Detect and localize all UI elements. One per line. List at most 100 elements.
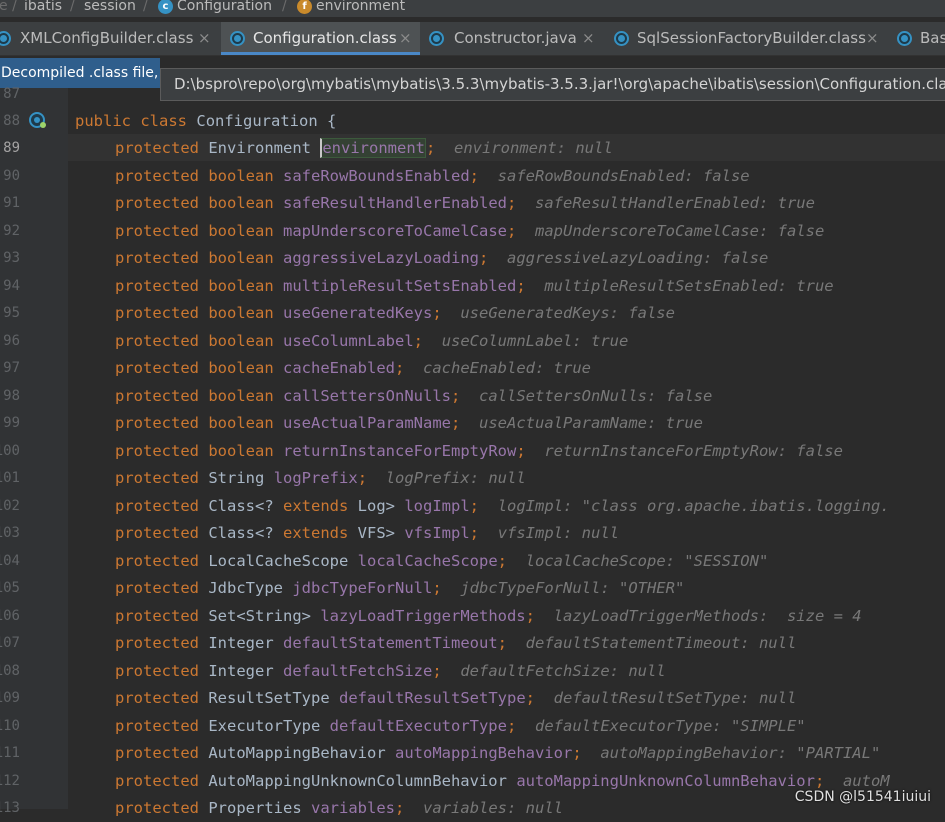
line-number: 102 bbox=[0, 498, 20, 514]
field-name[interactable]: useColumnLabel bbox=[283, 332, 414, 350]
field-name[interactable]: logImpl bbox=[404, 497, 469, 515]
code-line: 91 protected boolean safeResultHandlerEna… bbox=[0, 190, 945, 217]
field-name[interactable]: returnInstanceForEmptyRow bbox=[283, 442, 516, 460]
line-number: 105 bbox=[0, 580, 20, 596]
field-name[interactable]: cacheEnabled bbox=[283, 359, 395, 377]
semicolon: ; bbox=[469, 524, 480, 542]
field-name[interactable]: logPrefix bbox=[274, 469, 358, 487]
field-type: Environment bbox=[208, 139, 311, 157]
field-name[interactable]: defaultResultSetType bbox=[339, 689, 526, 707]
semicolon: ; bbox=[395, 799, 405, 817]
close-icon[interactable]: × bbox=[866, 22, 879, 55]
field-name[interactable]: defaultExecutorType bbox=[330, 717, 507, 735]
field-type: Integer bbox=[208, 634, 274, 652]
file-path-tooltip: D:\bspro\repo\org\mybatis\mybatis\3.5.3\… bbox=[160, 68, 945, 101]
close-icon[interactable]: × bbox=[198, 22, 211, 55]
field-name[interactable]: jdbcTypeForNull bbox=[292, 579, 432, 597]
semicolon: ; bbox=[506, 222, 517, 240]
field-name[interactable]: defaultFetchSize bbox=[283, 662, 432, 680]
breadcrumb-item-configuration[interactable]: c Configuration bbox=[158, 0, 272, 16]
keyword-protected: protected bbox=[115, 744, 199, 762]
code-line: 108 protected Integer defaultFetchSize; d… bbox=[0, 658, 945, 685]
field-name[interactable]: vfsImpl bbox=[404, 524, 469, 542]
field-declaration: protected AutoMappingBehavior autoMappin… bbox=[115, 740, 880, 767]
field-name[interactable]: autoMappingUnknownColumnBehavior bbox=[516, 772, 815, 790]
field-declaration: protected ResultSetType defaultResultSet… bbox=[115, 685, 796, 712]
tab-label: SqlSessionFactoryBuilder.class bbox=[637, 29, 866, 47]
semicolon: ; bbox=[357, 469, 368, 487]
keyword-protected: protected bbox=[115, 414, 199, 432]
line-number: 108 bbox=[0, 663, 20, 679]
tab-configuration[interactable]: Configuration.class × bbox=[221, 22, 420, 55]
field-type: ResultSetType bbox=[208, 689, 330, 707]
field-declaration: protected boolean useActualParamName; us… bbox=[115, 410, 703, 437]
inline-value-hint: environment: null bbox=[454, 139, 613, 157]
field-name[interactable]: environment bbox=[320, 138, 426, 158]
breadcrumb-label: environment bbox=[316, 0, 406, 14]
semicolon: ; bbox=[814, 772, 825, 790]
field-declaration: protected ExecutorType defaultExecutorTy… bbox=[115, 713, 806, 740]
line-number: 97 bbox=[3, 360, 20, 376]
keyword-type: boolean bbox=[208, 249, 274, 267]
breadcrumb-separator: / bbox=[70, 0, 75, 14]
field-declaration: protected boolean safeRowBoundsEnabled; … bbox=[115, 163, 750, 190]
code-line: 105 protected JdbcType jdbcTypeForNull; j… bbox=[0, 575, 945, 602]
keyword-type: boolean bbox=[208, 332, 274, 350]
breadcrumb-item-environment[interactable]: f environment bbox=[297, 0, 405, 16]
keyword-type: boolean bbox=[208, 222, 274, 240]
field-declaration: protected boolean cacheEnabled; cacheEna… bbox=[115, 355, 591, 382]
keyword-protected: protected bbox=[115, 662, 199, 680]
semicolon: ; bbox=[497, 634, 507, 652]
field-name[interactable]: multipleResultSetsEnabled bbox=[283, 277, 516, 295]
field-name[interactable]: autoMappingBehavior bbox=[395, 744, 572, 762]
close-icon[interactable]: × bbox=[582, 22, 595, 55]
line-number: 103 bbox=[0, 525, 20, 541]
field-name[interactable]: aggressiveLazyLoading bbox=[283, 249, 479, 267]
code-line: 106 protected Set<String> lazyLoadTrigger… bbox=[0, 603, 945, 630]
tab-sqlsessionfactorybuilder[interactable]: SqlSessionFactoryBuilder.class × bbox=[605, 22, 888, 55]
tab-bas[interactable]: Bas bbox=[889, 22, 945, 55]
line-number: 106 bbox=[0, 608, 20, 624]
field-name[interactable]: callSettersOnNulls bbox=[283, 387, 451, 405]
class-declaration: public class Configuration { bbox=[75, 108, 336, 135]
field-name[interactable]: defaultStatementTimeout bbox=[283, 634, 498, 652]
field-name[interactable]: useGeneratedKeys bbox=[283, 304, 432, 322]
field-declaration: protected AutoMappingUnknownColumnBehavi… bbox=[115, 768, 890, 795]
breadcrumb-item-session[interactable]: session bbox=[84, 0, 136, 16]
close-icon[interactable]: × bbox=[399, 22, 412, 55]
tab-constructor[interactable]: Constructor.java × bbox=[421, 22, 604, 55]
inline-value-hint: mapUnderscoreToCamelCase: false bbox=[535, 222, 825, 240]
tab-label: Constructor.java bbox=[454, 29, 577, 47]
field-type: LocalCacheScope bbox=[208, 552, 349, 570]
field-type: JdbcType bbox=[208, 579, 283, 597]
inline-value-hint: autoMappingBehavior: "PARTIAL" bbox=[600, 744, 881, 762]
field-declaration: protected LocalCacheScope localCacheScop… bbox=[115, 548, 768, 575]
inline-value-hint: logImpl: "class org.apache.ibatis.loggin… bbox=[497, 497, 890, 515]
keyword-protected: protected bbox=[115, 634, 199, 652]
inline-value-hint: aggressiveLazyLoading: false bbox=[507, 249, 769, 267]
field-name[interactable]: mapUnderscoreToCamelCase bbox=[283, 222, 507, 240]
field-name[interactable]: localCacheScope bbox=[358, 552, 498, 570]
tab-label: Bas bbox=[920, 29, 945, 47]
line-number: 88 bbox=[3, 113, 20, 129]
field-name[interactable]: safeResultHandlerEnabled bbox=[283, 194, 507, 212]
field-name[interactable]: safeRowBoundsEnabled bbox=[283, 167, 470, 185]
inline-value-hint: safeRowBoundsEnabled: false bbox=[497, 167, 750, 185]
field-declaration: protected boolean returnInstanceForEmpty… bbox=[115, 438, 843, 465]
field-declaration: protected boolean callSettersOnNulls; ca… bbox=[115, 383, 712, 410]
field-declaration: protected boolean aggressiveLazyLoading;… bbox=[115, 245, 768, 272]
field-declaration: protected Environment environment; envir… bbox=[115, 135, 613, 162]
line-number: 93 bbox=[3, 250, 20, 266]
field-name[interactable]: useActualParamName bbox=[283, 414, 451, 432]
field-name[interactable]: lazyLoadTriggerMethods bbox=[320, 607, 525, 625]
tab-xmlconfigbuilder[interactable]: XMLConfigBuilder.class × bbox=[0, 22, 218, 55]
tab-label: XMLConfigBuilder.class bbox=[20, 29, 194, 47]
class-icon: c bbox=[158, 0, 173, 14]
inline-value-hint: cacheEnabled: true bbox=[423, 359, 591, 377]
field-name[interactable]: variables bbox=[311, 799, 395, 817]
field-type: Integer bbox=[208, 662, 274, 680]
semicolon: ; bbox=[572, 744, 582, 762]
inline-value-hint: logPrefix: null bbox=[385, 469, 526, 487]
breadcrumb-item-ibatis[interactable]: ibatis bbox=[24, 0, 62, 16]
code-line: 92 protected boolean mapUnderscoreToCamel… bbox=[0, 218, 945, 245]
